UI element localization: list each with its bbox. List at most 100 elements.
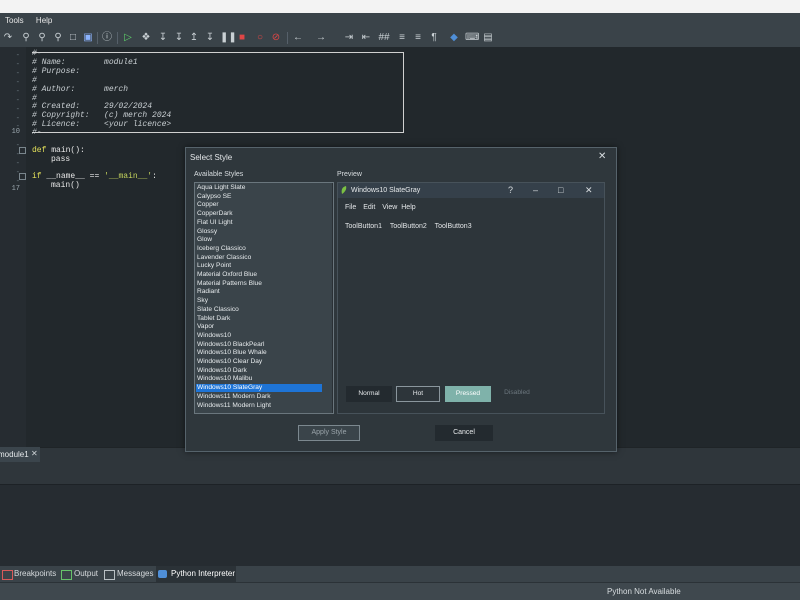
style-list-item[interactable]: Material Oxford Blue xyxy=(197,271,322,279)
preview-menu-edit[interactable]: Edit xyxy=(363,204,375,211)
tool-button-3[interactable]: ToolButton3 xyxy=(435,223,472,230)
tab-breakpoints[interactable]: Breakpoints xyxy=(14,569,56,578)
open-folder-icon[interactable]: □ xyxy=(67,31,79,44)
line-number: - xyxy=(15,52,20,60)
comment-rule-top xyxy=(32,52,404,53)
stop-icon[interactable]: ■ xyxy=(236,31,248,44)
styles-list[interactable]: Aqua Light Slate Calypso SE Copper CopperDa… xyxy=(194,182,334,414)
outline-icon[interactable]: ▣ xyxy=(82,31,94,44)
style-list-item[interactable]: Iceberg Classico xyxy=(197,245,322,253)
preview-disabled-button: Disabled xyxy=(495,386,539,400)
style-list-item[interactable]: Slate Classico xyxy=(197,306,322,314)
preview-hot-button[interactable]: Hot xyxy=(396,386,440,402)
run-icon[interactable]: ▷ xyxy=(122,31,134,44)
style-list-item[interactable]: Windows10 Clear Day xyxy=(197,358,322,366)
clear-breakpoints-icon[interactable]: ⊘ xyxy=(270,31,282,44)
tab-messages[interactable]: Messages xyxy=(117,569,153,578)
find-replace-icon[interactable]: ⚲ xyxy=(36,31,48,44)
style-list-item[interactable]: Tablet Dark xyxy=(197,315,322,323)
undo-icon[interactable]: ↷ xyxy=(2,31,14,44)
style-list-item[interactable]: Windows11 Modern Dark xyxy=(197,393,322,401)
paragraph-icon[interactable]: ¶ xyxy=(428,31,440,44)
step-into-icon[interactable]: ↧ xyxy=(157,31,169,44)
operator: == xyxy=(89,172,100,181)
style-list-item[interactable]: Vapor xyxy=(197,323,322,331)
unindent-block-icon[interactable]: ≡ xyxy=(412,31,424,44)
style-list-item[interactable]: Windows10 Dark xyxy=(197,367,322,375)
pause-icon[interactable]: ❚❚ xyxy=(220,31,237,44)
back-icon[interactable]: ← xyxy=(292,31,304,44)
cancel-button[interactable]: Cancel xyxy=(435,425,493,441)
find-icon[interactable]: ⚲ xyxy=(20,31,32,44)
unindent-icon[interactable]: ⇤ xyxy=(360,31,372,44)
style-list-item[interactable]: Glow xyxy=(197,236,322,244)
style-list-item[interactable]: Windows10 Malibu xyxy=(197,375,322,383)
line-number: - xyxy=(15,106,20,114)
output-icon xyxy=(61,570,72,580)
menu-tools[interactable]: Tools xyxy=(0,13,29,25)
preview-pressed-button[interactable]: Pressed xyxy=(445,386,491,402)
tool-button-2[interactable]: ToolButton2 xyxy=(390,223,427,230)
python-icon[interactable]: ◆ xyxy=(448,31,460,44)
leaf-icon xyxy=(341,186,347,194)
indent-icon[interactable]: ⇥ xyxy=(343,31,355,44)
style-list-item[interactable]: Windows11 Modern Light xyxy=(197,402,322,410)
style-list-item[interactable]: Glossy xyxy=(197,228,322,236)
bottom-panel xyxy=(0,462,800,567)
debug-icon[interactable]: ❖ xyxy=(140,31,152,44)
run-to-cursor-icon[interactable]: ↧ xyxy=(204,31,216,44)
step-over-icon[interactable]: ↧ xyxy=(173,31,185,44)
dialog-title: Select Style xyxy=(190,153,233,162)
tab-close-icon[interactable]: ✕ xyxy=(31,449,38,458)
preview-normal-button[interactable]: Normal xyxy=(346,386,392,402)
tab-module1[interactable]: module1 ✕ xyxy=(0,447,40,462)
style-list-item[interactable]: Copper xyxy=(197,201,322,209)
layout-icon[interactable]: ▤ xyxy=(482,31,494,44)
bottom-panel-content[interactable] xyxy=(0,484,800,567)
comment-icon[interactable]: ## xyxy=(378,31,390,44)
bottom-tab-bar: Breakpoints Output Messages Python Inter… xyxy=(0,566,800,582)
tab-output[interactable]: Output xyxy=(74,569,98,578)
menu-help[interactable]: Help xyxy=(31,13,57,25)
dialog-close-icon[interactable]: ✕ xyxy=(598,151,606,162)
close-icon[interactable]: ✕ xyxy=(585,185,593,196)
code-line: # xyxy=(32,76,37,85)
dunder-name: __name__ xyxy=(46,172,85,181)
code-line: # Author: merch xyxy=(32,85,129,94)
style-list-item[interactable]: Windows10 SlateGray xyxy=(196,384,322,393)
apply-style-button[interactable]: Apply Style xyxy=(298,425,360,441)
style-list-item[interactable]: Windows10 xyxy=(197,332,322,340)
toggle-comment-icon[interactable]: ≡ xyxy=(396,31,408,44)
find-files-icon[interactable]: ⚲ xyxy=(52,31,64,44)
style-list-item[interactable]: CopperDark xyxy=(197,210,322,218)
preview-menu-file[interactable]: File xyxy=(345,204,356,211)
style-list-item[interactable]: Sky xyxy=(197,297,322,305)
preview-window-title: Windows10 SlateGray xyxy=(351,187,421,194)
info-icon[interactable]: ⓘ xyxy=(101,31,113,44)
tab-python-interpreter[interactable]: Python Interpreter xyxy=(156,566,236,582)
style-list-item[interactable]: Windows10 BlackPearl xyxy=(197,341,322,349)
minimize-icon[interactable]: – xyxy=(533,185,538,195)
maximize-icon[interactable]: □ xyxy=(558,185,563,195)
style-list-item[interactable]: Radiant xyxy=(197,288,322,296)
style-list-item[interactable]: Calypso SE xyxy=(197,193,322,201)
preview-menu-view[interactable]: View xyxy=(382,204,397,211)
status-bar: Python Not Available xyxy=(0,583,800,600)
style-list-item[interactable]: Material Patterns Blue xyxy=(197,280,322,288)
style-list-item[interactable]: Windows10 Blue Whale xyxy=(197,349,322,357)
style-list-item[interactable]: Aqua Light Slate xyxy=(197,184,322,192)
help-icon[interactable]: ? xyxy=(508,185,513,195)
style-list-item[interactable]: Lavender Classico xyxy=(197,254,322,262)
step-out-icon[interactable]: ↥ xyxy=(188,31,200,44)
style-list-item[interactable]: Flat UI Light xyxy=(197,219,322,227)
keyboard-icon[interactable]: ⌨ xyxy=(465,31,479,44)
style-list-item[interactable]: Lucky Point xyxy=(197,262,322,270)
styles-list-scrollbar[interactable]: ▲ ▼ xyxy=(332,183,333,413)
forward-icon[interactable]: → xyxy=(315,31,327,44)
fold-marker-icon[interactable] xyxy=(19,173,26,180)
fold-marker-icon[interactable] xyxy=(19,147,26,154)
preview-menu-help[interactable]: Help xyxy=(401,204,415,211)
tool-button-1[interactable]: ToolButton1 xyxy=(345,223,382,230)
preview-titlebar: Windows10 SlateGray ? – □ ✕ xyxy=(338,183,604,198)
breakpoint-icon[interactable]: ○ xyxy=(254,31,266,44)
